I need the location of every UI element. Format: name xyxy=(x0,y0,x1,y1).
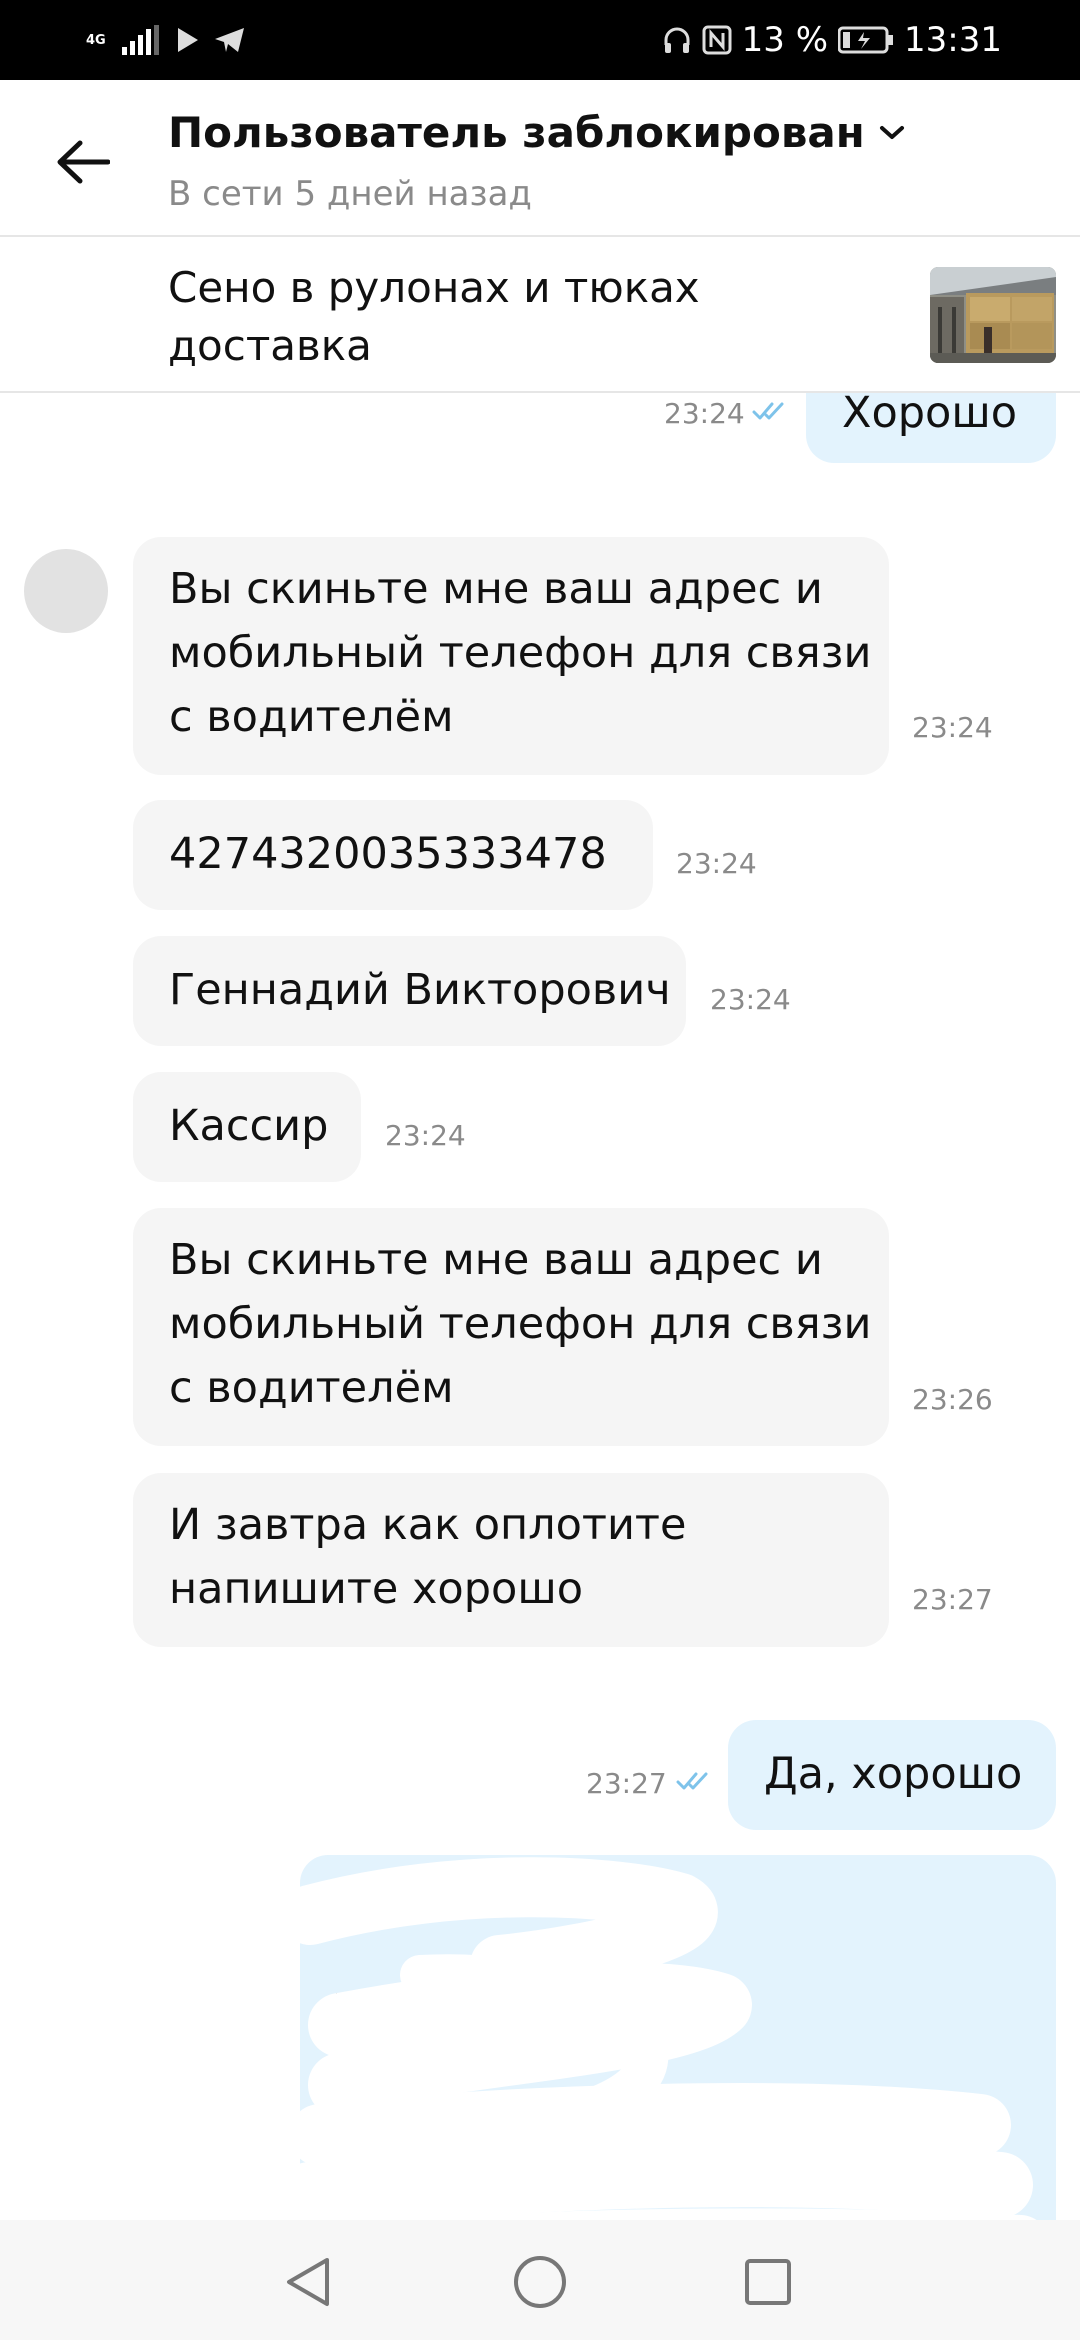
message-time: 23:27 xyxy=(586,1767,667,1800)
message-bubble-incoming[interactable]: Геннадий Викторович xyxy=(133,936,686,1046)
message-time: 23:24 xyxy=(710,983,791,1016)
listing-bar[interactable]: Сено в рулонах и тюках доставка xyxy=(0,237,1080,393)
back-button[interactable] xyxy=(50,132,116,192)
network-type: 4G xyxy=(86,32,106,48)
double-check-icon xyxy=(676,1772,708,1790)
double-check-icon xyxy=(752,402,784,420)
message-text: Хорошо xyxy=(842,393,1018,438)
listing-thumbnail[interactable] xyxy=(930,267,1056,363)
message-text: Вы скиньте мне ваш адрес и мобильный тел… xyxy=(169,1235,872,1413)
message-bubble-incoming[interactable]: И завтра как оплотите напишите хорошо xyxy=(133,1473,889,1647)
message-text: Вы скиньте мне ваш адрес и мобильный тел… xyxy=(169,564,872,742)
nav-home-button[interactable] xyxy=(510,2252,570,2312)
hay-bales-image xyxy=(930,267,1056,363)
triangle-back-icon xyxy=(287,2258,329,2306)
avatar[interactable] xyxy=(24,549,108,633)
nav-recents-button[interactable] xyxy=(738,2252,798,2312)
message-bubble-incoming[interactable]: 4274320035333478 xyxy=(133,800,653,910)
chat-header: Пользователь заблокирован В сети 5 дней … xyxy=(0,80,1080,237)
message-text: Кассир xyxy=(169,1101,329,1151)
chevron-down-icon xyxy=(879,125,904,139)
circle-home-icon xyxy=(514,2256,566,2308)
message-time: 23:24 xyxy=(676,847,757,880)
redaction-scribble xyxy=(300,1857,1037,2220)
status-bar: 4G 13 % 13:31 xyxy=(0,0,1080,80)
message-text: 4274320035333478 xyxy=(169,829,607,879)
listing-title: Сено в рулонах и тюках доставка xyxy=(168,263,700,370)
message-time: 23:27 xyxy=(912,1583,993,1616)
nav-back-button[interactable] xyxy=(278,2252,338,2312)
contact-title: Пользователь заблокирован xyxy=(168,108,865,157)
play-icon xyxy=(178,28,198,52)
last-seen: В сети 5 дней назад xyxy=(168,174,532,214)
message-time: 23:24 xyxy=(385,1119,466,1152)
battery-percent: 13 % xyxy=(741,20,829,60)
telegram-icon xyxy=(215,28,244,52)
system-nav-bar xyxy=(0,2220,1080,2340)
message-time: 23:24 xyxy=(664,397,745,430)
status-bar-right: 13 % 13:31 xyxy=(662,18,1002,62)
message-time: 23:24 xyxy=(912,711,993,744)
square-recents-icon xyxy=(745,2259,791,2305)
message-bubble-incoming[interactable]: Вы скиньте мне ваш адрес и мобильный тел… xyxy=(133,1208,889,1446)
headphones-icon xyxy=(664,27,690,53)
message-text: И завтра как оплотите напишите хорошо xyxy=(169,1500,687,1614)
message-bubble-outgoing-redacted[interactable] xyxy=(300,1855,1056,2220)
message-bubble-outgoing[interactable]: Хорошо xyxy=(806,393,1056,463)
message-bubble-incoming[interactable]: Кассир xyxy=(133,1072,361,1182)
message-bubble-incoming[interactable]: Вы скиньте мне ваш адрес и мобильный тел… xyxy=(133,537,889,775)
clock: 13:31 xyxy=(904,20,1002,60)
arrow-left-icon xyxy=(57,140,110,184)
signal-icon xyxy=(122,25,159,55)
message-text: Да, хорошо xyxy=(764,1749,1023,1799)
message-time: 23:26 xyxy=(912,1383,993,1416)
nfc-icon xyxy=(702,25,732,55)
message-bubble-outgoing[interactable]: Да, хорошо xyxy=(728,1720,1056,1830)
message-list[interactable]: 23:24 Хорошо Вы скиньте мне ваш адрес и … xyxy=(0,393,1080,2220)
battery-icon xyxy=(838,26,894,54)
message-text: Геннадий Викторович xyxy=(169,965,671,1015)
status-bar-left: 4G xyxy=(86,18,246,62)
contact-name-dropdown[interactable]: Пользователь заблокирован xyxy=(168,108,905,157)
